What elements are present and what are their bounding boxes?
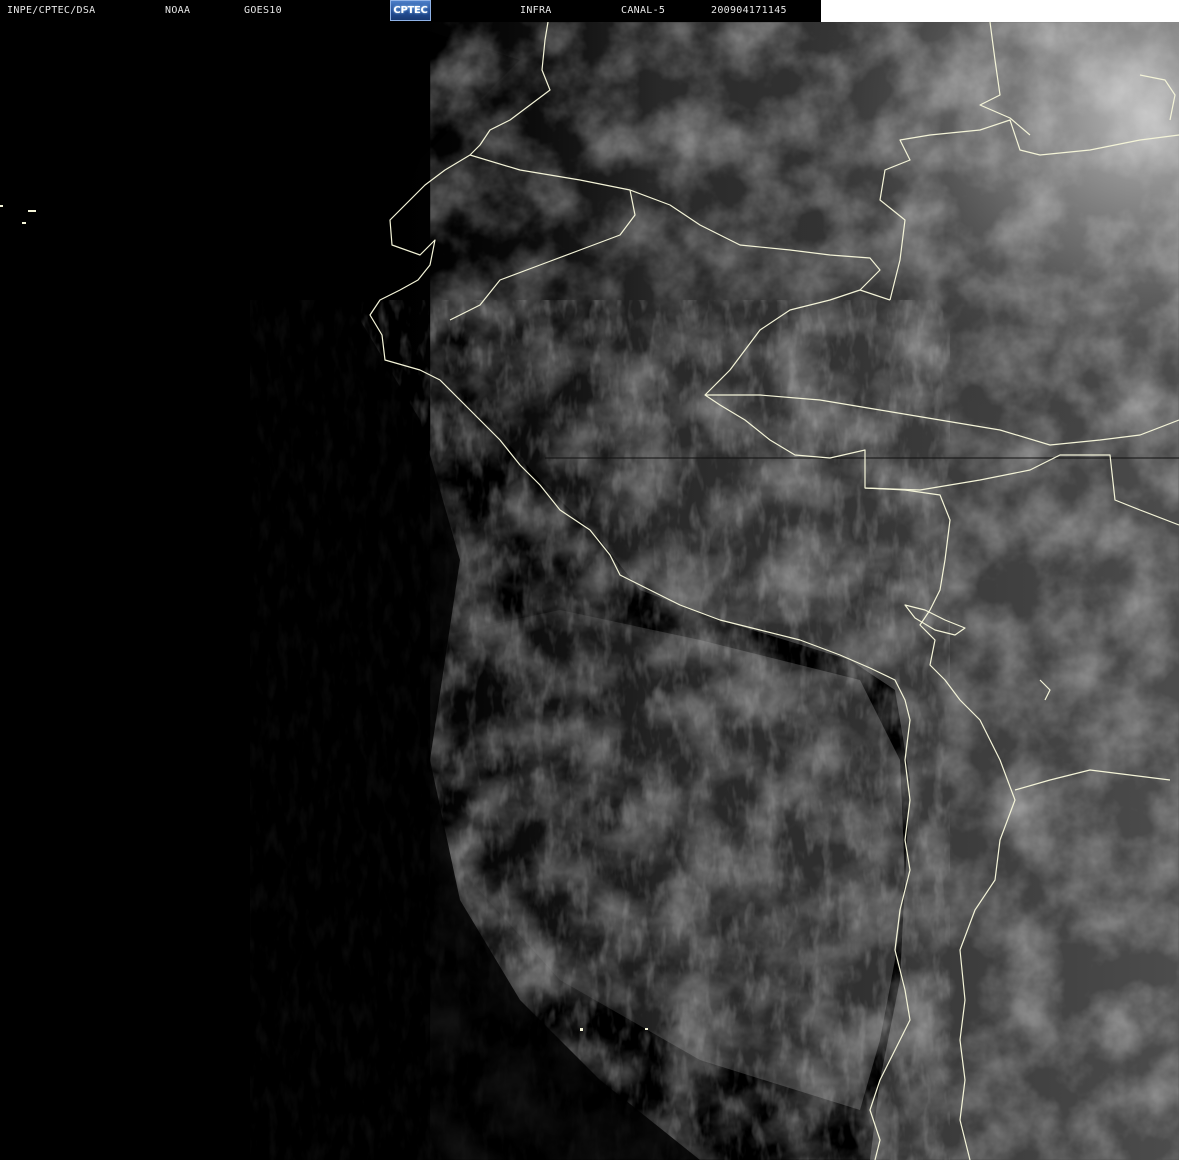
header-blank-area [821,0,1179,22]
satellite-image [0,22,1179,1160]
channel-label: CANAL-5 [621,5,666,16]
product-label: INFRA [520,5,552,16]
timestamp-label: 200904171145 [711,5,787,16]
satellite-label: GOES10 [244,5,282,16]
header-bar: INPE/CPTEC/DSA NOAA GOES10 CPTEC INFRA C… [0,0,821,22]
cptec-logo-icon: CPTEC [390,0,431,21]
logo-text: CPTEC [393,5,428,16]
institution-label: INPE/CPTEC/DSA [7,5,96,16]
agency-label: NOAA [165,5,191,16]
